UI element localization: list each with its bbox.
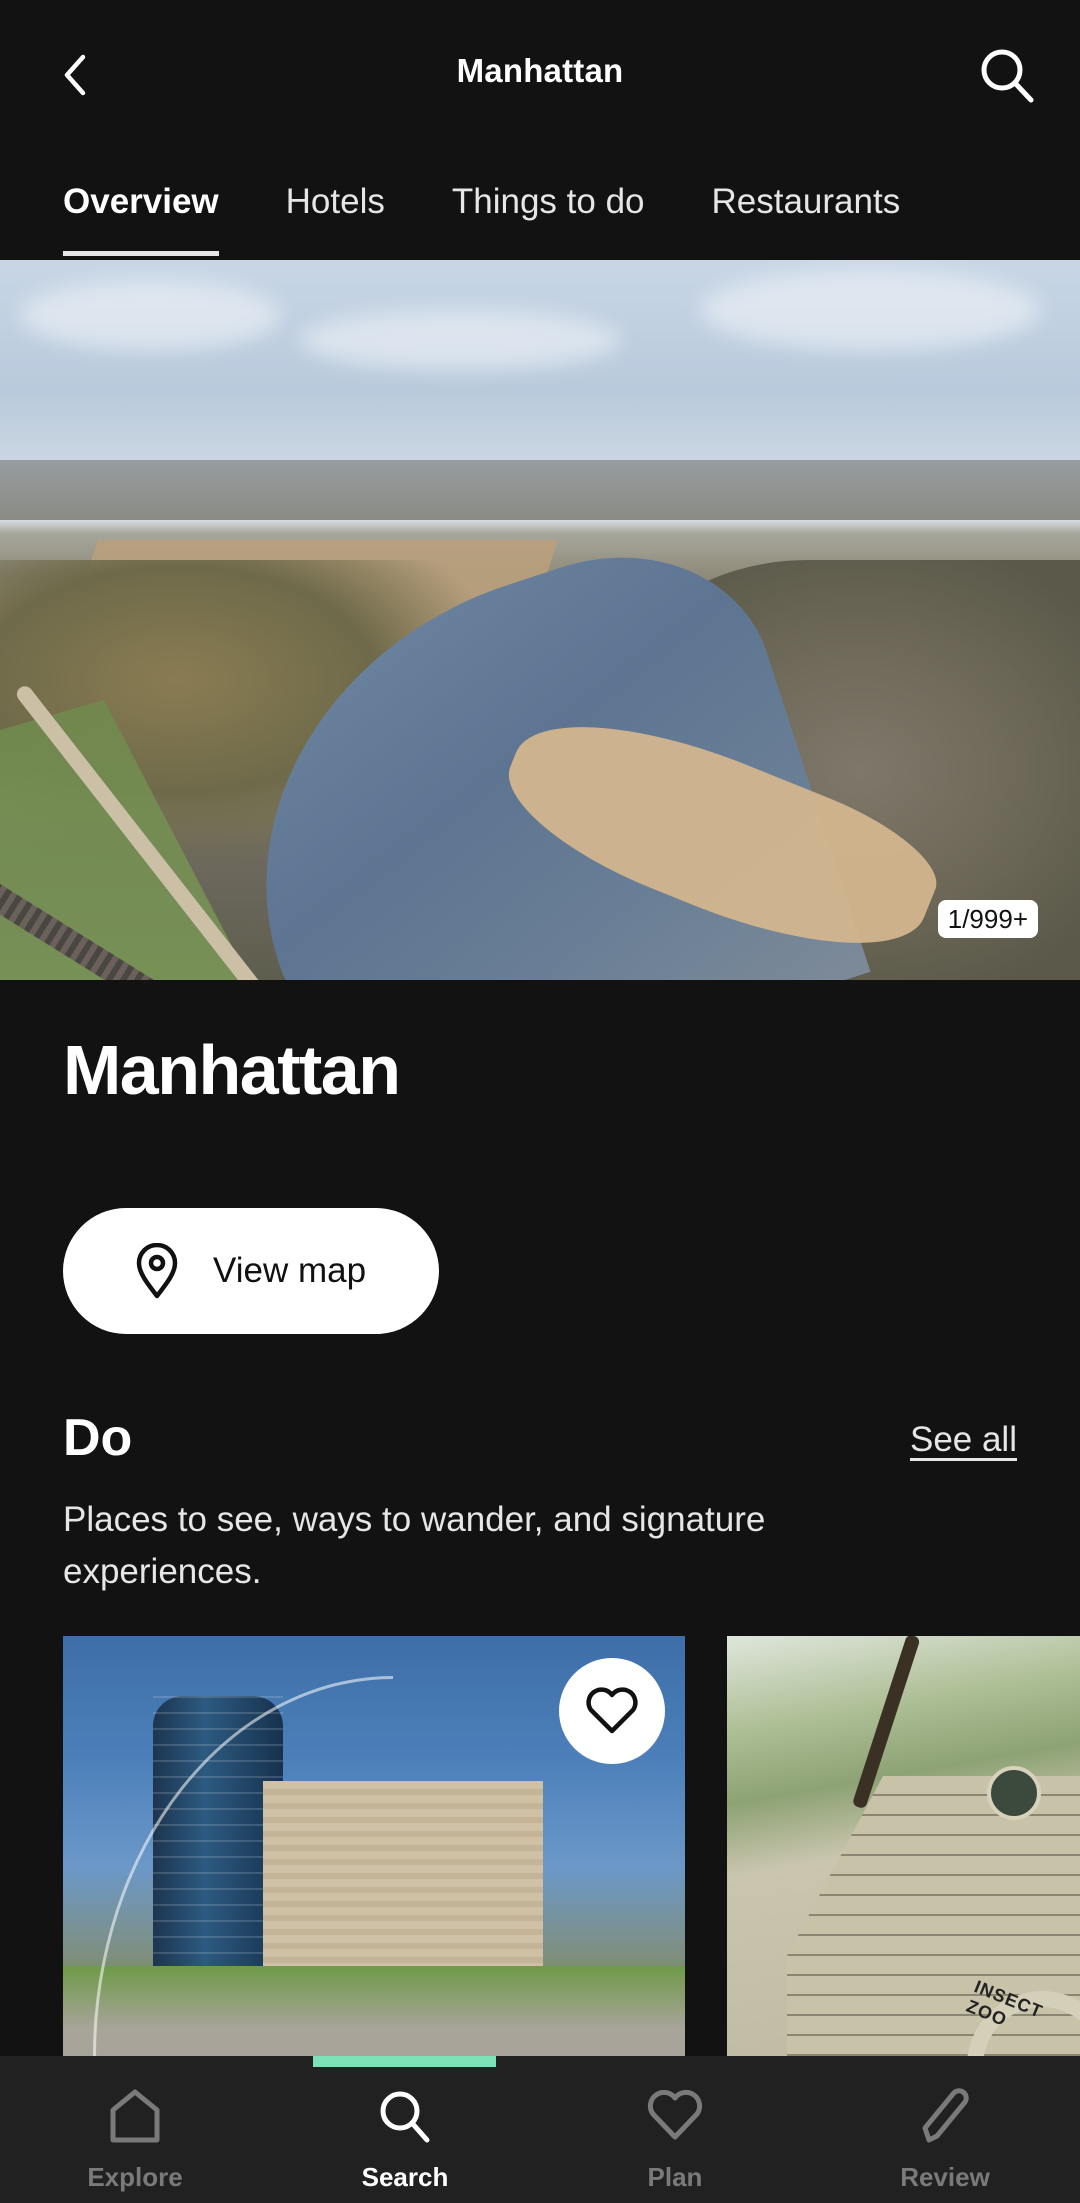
- view-map-button[interactable]: View map: [63, 1208, 439, 1334]
- hero-photo[interactable]: [0, 260, 1080, 980]
- top-app-bar: Manhattan: [0, 0, 1080, 150]
- nav-search[interactable]: Search: [270, 2056, 540, 2203]
- home-icon: [110, 2089, 160, 2143]
- photo-counter: 1/999+: [937, 900, 1038, 938]
- section-description: Places to see, ways to wander, and signa…: [63, 1500, 766, 1591]
- nav-label: Review: [900, 2162, 990, 2192]
- nav-explore[interactable]: Explore: [0, 2056, 270, 2203]
- tab-restaurants[interactable]: Restaurants: [712, 150, 901, 258]
- horizon: [0, 460, 1080, 520]
- pencil-icon: [922, 2088, 969, 2143]
- section-title: Do: [63, 1409, 133, 1467]
- tab-hotels[interactable]: Hotels: [286, 150, 385, 258]
- heart-icon: [647, 2090, 703, 2140]
- tab-overview[interactable]: Overview: [63, 150, 219, 258]
- nav-review[interactable]: Review: [810, 2056, 1080, 2203]
- tab-things-to-do[interactable]: Things to do: [452, 150, 645, 258]
- heart-outline-icon: [586, 1687, 638, 1734]
- cloud: [300, 310, 620, 370]
- see-all-link[interactable]: See all: [910, 1420, 1017, 1460]
- active-tab-indicator: [313, 2056, 496, 2067]
- map-pin-icon: [136, 1243, 178, 1299]
- cloud: [20, 280, 280, 350]
- nav-label: Search: [361, 2162, 449, 2192]
- attraction-card[interactable]: [63, 1636, 685, 2056]
- place-title: Manhattan: [63, 1031, 401, 1109]
- search-button[interactable]: [974, 42, 1040, 108]
- nav-label: Explore: [87, 2162, 183, 2192]
- tab-bar: Overview Hotels Things to do Restaurants: [0, 150, 1080, 260]
- bottom-navigation: Explore Search Plan Review: [0, 2056, 1080, 2203]
- view-map-label: View map: [213, 1251, 367, 1290]
- round-window: [987, 1766, 1041, 1820]
- fountain-spray: [93, 1676, 393, 2056]
- save-button[interactable]: [559, 1658, 665, 1764]
- header-title: Manhattan: [456, 52, 624, 89]
- attraction-card[interactable]: INSECT ZOO: [727, 1636, 1080, 2056]
- cloud: [700, 270, 1040, 350]
- nav-label: Plan: [647, 2162, 703, 2192]
- search-icon: [380, 2091, 430, 2143]
- nav-plan[interactable]: Plan: [540, 2056, 810, 2203]
- search-icon: [981, 49, 1034, 103]
